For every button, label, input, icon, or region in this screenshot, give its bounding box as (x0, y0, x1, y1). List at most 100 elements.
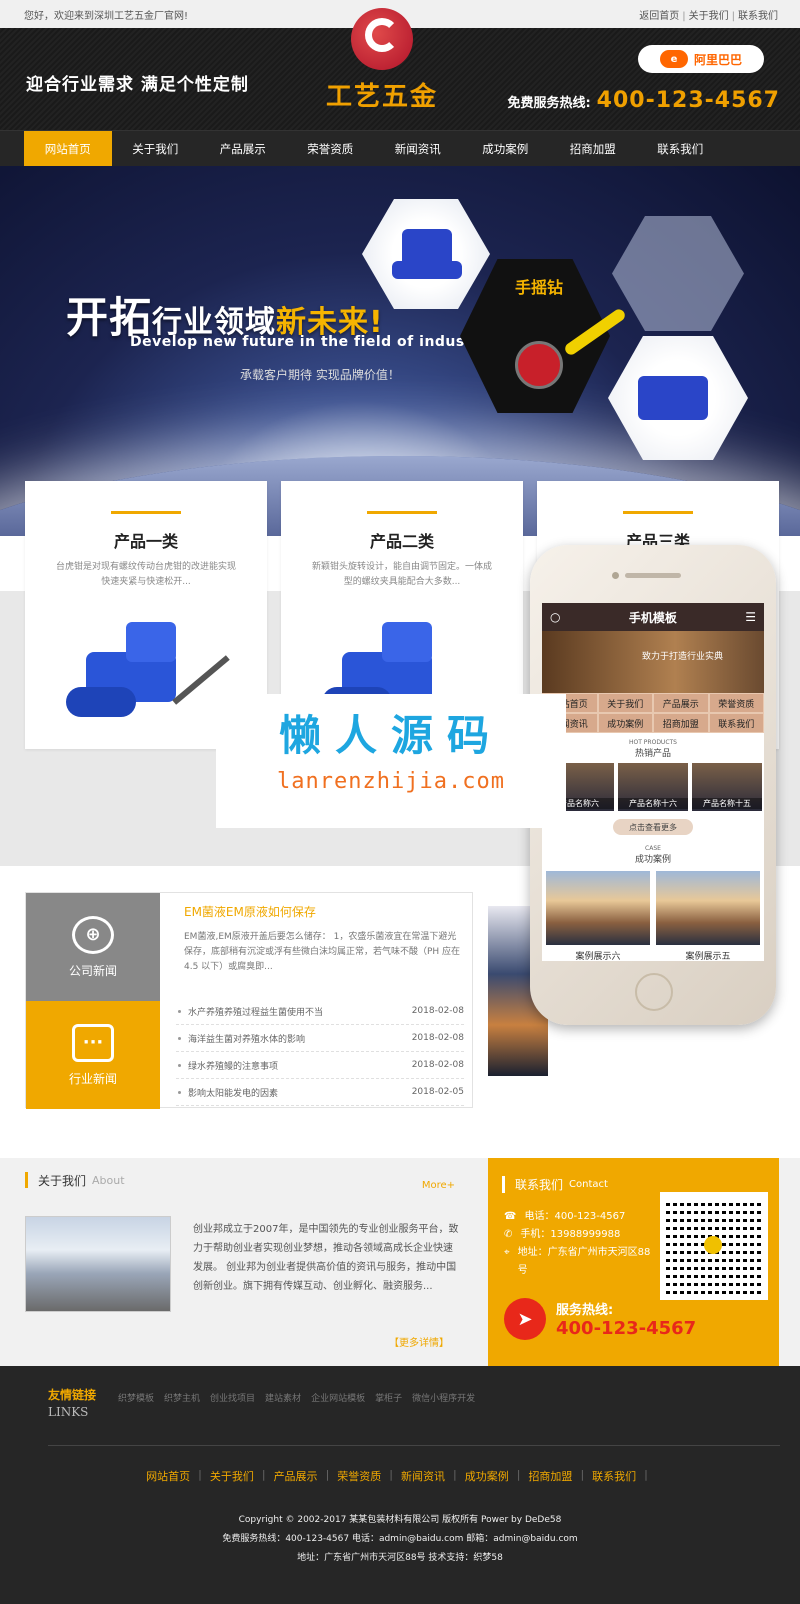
about-detail-link[interactable]: 【更多详情】 (389, 1334, 449, 1349)
featured-news[interactable]: EM菌液EM原液如何保存 EM菌液,EM原液开盖后要怎么储存： 1，农盛乐菌液宜… (184, 903, 464, 975)
mobile-nav-item[interactable]: 成功案例 (597, 713, 653, 733)
nav-item-join[interactable]: 招商加盟 (549, 131, 637, 167)
mobile-nav-item[interactable]: 联系我们 (708, 713, 764, 733)
friend-link[interactable]: 微信小程序开发 (412, 1391, 475, 1404)
nav-item-cases[interactable]: 成功案例 (462, 131, 550, 167)
news-date: 2018-02-08 (411, 1006, 464, 1016)
accent-bar (367, 511, 437, 514)
phone-home-button (635, 973, 673, 1011)
divider: | (261, 1468, 266, 1481)
top-link-contact[interactable]: 联系我们 (738, 11, 778, 22)
footer-nav-item[interactable]: 联系我们 (592, 1468, 636, 1484)
friend-link[interactable]: 企业网站模板 (311, 1391, 365, 1404)
news-title[interactable]: 水产养殖养殖过程益生菌使用不当 (188, 1005, 323, 1018)
tab-label: 公司新闻 (68, 963, 117, 978)
friend-link[interactable]: 建站素材 (265, 1391, 301, 1404)
nav-item-honors[interactable]: 荣誉资质 (287, 131, 375, 167)
drill-wheel (515, 341, 563, 389)
globe-icon: ⊕ (72, 915, 114, 954)
footer-nav-item[interactable]: 网站首页 (146, 1468, 190, 1484)
footer-nav-item[interactable]: 新闻资讯 (401, 1468, 445, 1484)
footer-nav: 网站首页 | 关于我们 | 产品展示 | 荣誉资质 | 新闻资讯 | 成功案例 | 招商加盟… (0, 1468, 800, 1484)
mobile-nav-item[interactable]: 产品展示 (653, 693, 709, 713)
divider: | (580, 1468, 585, 1481)
nav-item-contact[interactable]: 联系我们 (637, 131, 725, 167)
footer-nav-item[interactable]: 荣誉资质 (337, 1468, 381, 1484)
menu-icon[interactable]: ☰ (745, 610, 756, 624)
qr-code (660, 1192, 768, 1300)
case-en: CASE (645, 845, 661, 852)
site-footer: 友情链接 LINKS 织梦模板 织梦主机 创业找项目 建站素材 企业网站模板 掌… (0, 1366, 800, 1604)
message-icon: ··· (72, 1023, 114, 1062)
site-logo[interactable]: 工艺五金 (322, 8, 442, 113)
contact-title: 联系我们 (515, 1178, 564, 1192)
tab-industry-news[interactable]: ··· 行业新闻 (26, 1001, 160, 1109)
top-link-about[interactable]: 关于我们 (689, 11, 729, 22)
divider: | (389, 1468, 393, 1481)
mobile-more-button[interactable]: 点击查看更多 (613, 819, 693, 835)
friend-link[interactable]: 创业找项目 (210, 1391, 255, 1404)
list-item[interactable]: 水产养殖养殖过程益生菌使用不当 2018-02-08 (176, 998, 464, 1025)
divider: | (682, 10, 686, 22)
mobile-header: ○ 手机模板 ☰ (542, 603, 764, 631)
nav-item-products[interactable]: 产品展示 (199, 131, 287, 167)
mobile-banner: 致力于打造行业实典 (542, 631, 764, 693)
news-title[interactable]: 影响太阳能发电的因素 (188, 1086, 278, 1099)
list-item[interactable]: 海洋益生菌对养殖水体的影响 2018-02-08 (176, 1025, 464, 1052)
footer-nav-item[interactable]: 招商加盟 (528, 1468, 572, 1484)
news-date: 2018-02-08 (411, 1033, 464, 1043)
friend-link[interactable]: 织梦模板 (118, 1391, 154, 1404)
footer-nav-item[interactable]: 成功案例 (465, 1468, 509, 1484)
friend-link[interactable]: 织梦主机 (164, 1391, 200, 1404)
hotline-number: 400-123-4567 (596, 88, 780, 113)
case-caption: 案例展示六 (575, 952, 621, 961)
mobile-case-item[interactable]: 案例展示五 (656, 871, 760, 961)
alibaba-badge[interactable]: e 阿里巴巴 (638, 45, 764, 73)
friend-links: 友情链接 LINKS 织梦模板 织梦主机 创业找项目 建站素材 企业网站模板 掌… (48, 1386, 780, 1446)
featured-title[interactable]: EM菌液EM原液如何保存 (184, 903, 464, 920)
nav-item-home[interactable]: 网站首页 (24, 131, 112, 167)
contact-hotline: ➤ 服务热线: 400-123-4567 (504, 1298, 696, 1340)
header-slogan: 迎合行业需求 满足个性定制 (26, 75, 249, 95)
news-title[interactable]: 海洋益生菌对养殖水体的影响 (188, 1032, 305, 1045)
copyright-line: Copyright © 2002-2017 某某包装材料有限公司 版权所有 Po… (238, 1515, 562, 1525)
list-item[interactable]: 影响太阳能发电的因素 2018-02-05 (176, 1079, 464, 1106)
mobile-product-thumb[interactable]: 产品名称十五 (692, 763, 762, 811)
list-item[interactable]: 绿水养殖鳗的注意事项 2018-02-08 (176, 1052, 464, 1079)
contact-mobile: 手机：13988999988 (520, 1229, 621, 1240)
logo-text: 工艺五金 (325, 82, 438, 112)
news-panel: ⊕ 公司新闻 ··· 行业新闻 EM菌液EM原液如何保存 EM菌液,EM原液开盖… (25, 892, 473, 1109)
news-title[interactable]: 绿水养殖鳗的注意事项 (188, 1059, 278, 1072)
mobile-product-thumb[interactable]: 产品名称十六 (618, 763, 688, 811)
nav-item-news[interactable]: 新闻资讯 (374, 131, 462, 167)
footer-nav-item[interactable]: 关于我们 (210, 1468, 254, 1484)
footer-nav-item[interactable]: 产品展示 (274, 1468, 318, 1484)
mobile-nav-item[interactable]: 荣誉资质 (708, 693, 764, 713)
divider: | (731, 10, 735, 22)
watermark-overlay: 懒人源码 lanrenzhijia.com (216, 694, 566, 828)
friend-link[interactable]: 掌柜子 (375, 1391, 402, 1404)
mobile-case-item[interactable]: 案例展示六 (546, 871, 650, 961)
friend-links-list: 织梦模板 织梦主机 创业找项目 建站素材 企业网站模板 掌柜子 微信小程序开发 (118, 1391, 475, 1404)
top-link-home[interactable]: 返回首页 (639, 11, 679, 22)
case-caption: 案例展示五 (685, 952, 731, 961)
news-date: 2018-02-05 (411, 1087, 464, 1097)
tab-company-news[interactable]: ⊕ 公司新闻 (26, 893, 160, 1001)
phone-icon: ☎ (504, 1211, 517, 1222)
thumb-caption: 产品名称十五 (692, 798, 762, 809)
nav-item-about[interactable]: 关于我们 (112, 131, 200, 167)
search-icon[interactable]: ○ (550, 610, 560, 624)
company-photo (25, 1216, 171, 1312)
phone-camera (612, 572, 619, 579)
about-more-link[interactable]: More+ (422, 1180, 455, 1191)
divider: | (325, 1468, 330, 1481)
case-image (656, 871, 760, 945)
contact-hotline-label: 服务热线: (556, 1303, 614, 1318)
mobile-nav-item[interactable]: 招商加盟 (653, 713, 709, 733)
mobile-nav-item[interactable]: 关于我们 (597, 693, 653, 713)
site-header: 迎合行业需求 满足个性定制 工艺五金 e 阿里巴巴 免费服务热线: 400-12… (0, 8, 800, 130)
about-block: 关于我们 About More+ 创业邦成立于2007年，是中国领先的专业创业服… (25, 1172, 458, 1349)
about-text: 创业邦成立于2007年，是中国领先的专业创业服务平台，致力于帮助创业者实现创业梦… (193, 1224, 459, 1292)
banner-english: Develop new future in the field of indus… (130, 334, 489, 350)
phone-speaker (625, 573, 681, 578)
